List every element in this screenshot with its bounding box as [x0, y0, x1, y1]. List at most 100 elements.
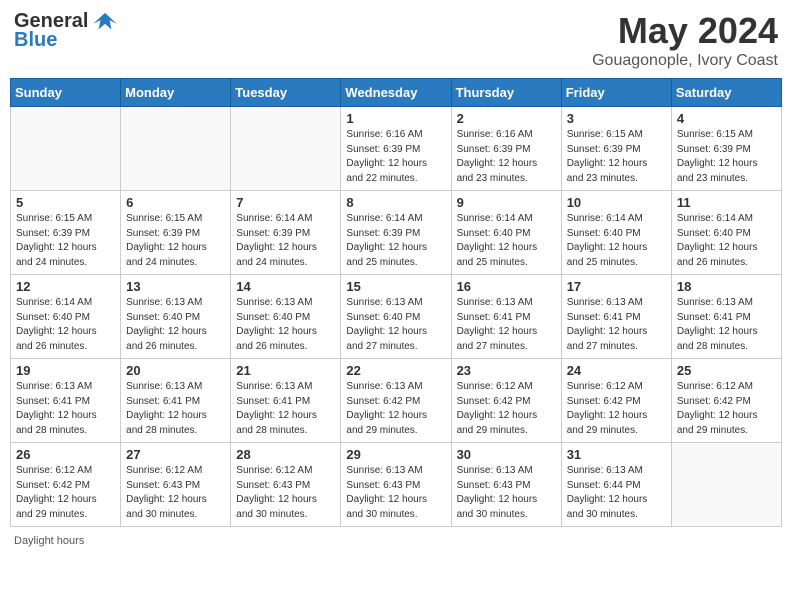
- day-info: Sunrise: 6:12 AM Sunset: 6:43 PM Dayligh…: [126, 464, 225, 522]
- day-number: 18: [677, 279, 776, 294]
- day-info: Sunrise: 6:13 AM Sunset: 6:41 PM Dayligh…: [16, 380, 115, 438]
- weekday-header-tuesday: Tuesday: [231, 79, 341, 107]
- day-number: 12: [16, 279, 115, 294]
- day-info: Sunrise: 6:14 AM Sunset: 6:40 PM Dayligh…: [16, 296, 115, 354]
- calendar-cell: 1Sunrise: 6:16 AM Sunset: 6:39 PM Daylig…: [341, 107, 451, 191]
- calendar-cell: 18Sunrise: 6:13 AM Sunset: 6:41 PM Dayli…: [671, 275, 781, 359]
- day-info: Sunrise: 6:14 AM Sunset: 6:40 PM Dayligh…: [567, 212, 666, 270]
- calendar-cell: 23 Sunrise: 6:12 AM Sunset: 6:42 PM Dayli…: [451, 359, 561, 443]
- calendar-cell: [121, 107, 231, 191]
- calendar-cell: [11, 107, 121, 191]
- calendar-cell: 9Sunrise: 6:14 AM Sunset: 6:40 PM Daylig…: [451, 191, 561, 275]
- calendar-cell: 21 Sunrise: 6:13 AM Sunset: 6:41 PM Dayli…: [231, 359, 341, 443]
- day-number: 23: [457, 363, 556, 378]
- day-number: 29: [346, 447, 445, 462]
- calendar-cell: 6 Sunrise: 6:15 AM Sunset: 6:39 PM Daylig…: [121, 191, 231, 275]
- calendar-header: SundayMondayTuesdayWednesdayThursdayFrid…: [11, 79, 782, 107]
- day-number: 14: [236, 279, 335, 294]
- day-info: Sunrise: 6:14 AM Sunset: 6:39 PM Dayligh…: [346, 212, 445, 270]
- day-info: Sunrise: 6:15 AM Sunset: 6:39 PM Dayligh…: [677, 128, 776, 186]
- calendar-cell: 8 Sunrise: 6:14 AM Sunset: 6:39 PM Daylig…: [341, 191, 451, 275]
- logo-bird-icon: [91, 11, 119, 33]
- day-number: 30: [457, 447, 556, 462]
- day-number: 13: [126, 279, 225, 294]
- calendar-cell: 11 Sunrise: 6:14 AM Sunset: 6:40 PM Dayli…: [671, 191, 781, 275]
- day-number: 7: [236, 195, 335, 210]
- day-info: Sunrise: 6:13 AM Sunset: 6:40 PM Dayligh…: [126, 296, 225, 354]
- day-info: Sunrise: 6:13 AM Sunset: 6:42 PM Dayligh…: [346, 380, 445, 438]
- calendar-cell: [671, 443, 781, 527]
- calendar-cell: 14 Sunrise: 6:13 AM Sunset: 6:40 PM Dayli…: [231, 275, 341, 359]
- calendar-week-3: 12 Sunrise: 6:14 AM Sunset: 6:40 PM Dayli…: [11, 275, 782, 359]
- calendar-cell: 12 Sunrise: 6:14 AM Sunset: 6:40 PM Dayli…: [11, 275, 121, 359]
- day-info: Sunrise: 6:12 AM Sunset: 6:43 PM Dayligh…: [236, 464, 335, 522]
- day-info: Sunrise: 6:13 AM Sunset: 6:41 PM Dayligh…: [457, 296, 556, 354]
- weekday-header-wednesday: Wednesday: [341, 79, 451, 107]
- day-info: Sunrise: 6:14 AM Sunset: 6:39 PM Dayligh…: [236, 212, 335, 270]
- calendar-cell: 29Sunrise: 6:13 AM Sunset: 6:43 PM Dayli…: [341, 443, 451, 527]
- day-number: 11: [677, 195, 776, 210]
- calendar-cell: 17 Sunrise: 6:13 AM Sunset: 6:41 PM Dayli…: [561, 275, 671, 359]
- day-number: 27: [126, 447, 225, 462]
- day-number: 6: [126, 195, 225, 210]
- day-info: Sunrise: 6:13 AM Sunset: 6:40 PM Dayligh…: [236, 296, 335, 354]
- day-info: Sunrise: 6:12 AM Sunset: 6:42 PM Dayligh…: [16, 464, 115, 522]
- calendar-cell: [231, 107, 341, 191]
- calendar-cell: 24Sunrise: 6:12 AM Sunset: 6:42 PM Dayli…: [561, 359, 671, 443]
- header: General Blue May 2024 Gouagonople, Ivory…: [10, 10, 782, 70]
- calendar-cell: 31 Sunrise: 6:13 AM Sunset: 6:44 PM Dayli…: [561, 443, 671, 527]
- day-number: 25: [677, 363, 776, 378]
- calendar-cell: 10Sunrise: 6:14 AM Sunset: 6:40 PM Dayli…: [561, 191, 671, 275]
- day-number: 15: [346, 279, 445, 294]
- day-number: 8: [346, 195, 445, 210]
- calendar-cell: 2 Sunrise: 6:16 AM Sunset: 6:39 PM Daylig…: [451, 107, 561, 191]
- day-info: Sunrise: 6:12 AM Sunset: 6:42 PM Dayligh…: [567, 380, 666, 438]
- calendar-cell: 30Sunrise: 6:13 AM Sunset: 6:43 PM Dayli…: [451, 443, 561, 527]
- day-info: Sunrise: 6:13 AM Sunset: 6:41 PM Dayligh…: [236, 380, 335, 438]
- logo: General Blue: [14, 10, 119, 52]
- calendar-cell: 7 Sunrise: 6:14 AM Sunset: 6:39 PM Daylig…: [231, 191, 341, 275]
- calendar-cell: 20Sunrise: 6:13 AM Sunset: 6:41 PM Dayli…: [121, 359, 231, 443]
- calendar-cell: 25 Sunrise: 6:12 AM Sunset: 6:42 PM Dayli…: [671, 359, 781, 443]
- day-number: 9: [457, 195, 556, 210]
- day-info: Sunrise: 6:12 AM Sunset: 6:42 PM Dayligh…: [457, 380, 556, 438]
- day-info: Sunrise: 6:13 AM Sunset: 6:41 PM Dayligh…: [126, 380, 225, 438]
- title-area: May 2024 Gouagonople, Ivory Coast: [592, 10, 778, 70]
- calendar-cell: 13 Sunrise: 6:13 AM Sunset: 6:40 PM Dayli…: [121, 275, 231, 359]
- calendar-body: 1Sunrise: 6:16 AM Sunset: 6:39 PM Daylig…: [11, 107, 782, 527]
- calendar-cell: 19 Sunrise: 6:13 AM Sunset: 6:41 PM Dayli…: [11, 359, 121, 443]
- logo-blue: Blue: [14, 29, 57, 52]
- weekday-header-friday: Friday: [561, 79, 671, 107]
- calendar-week-5: 26 Sunrise: 6:12 AM Sunset: 6:42 PM Dayli…: [11, 443, 782, 527]
- day-number: 2: [457, 111, 556, 126]
- day-info: Sunrise: 6:12 AM Sunset: 6:42 PM Dayligh…: [677, 380, 776, 438]
- day-info: Sunrise: 6:13 AM Sunset: 6:44 PM Dayligh…: [567, 464, 666, 522]
- calendar-cell: 15Sunrise: 6:13 AM Sunset: 6:40 PM Dayli…: [341, 275, 451, 359]
- day-number: 26: [16, 447, 115, 462]
- calendar-cell: 22 Sunrise: 6:13 AM Sunset: 6:42 PM Dayli…: [341, 359, 451, 443]
- day-info: Sunrise: 6:15 AM Sunset: 6:39 PM Dayligh…: [126, 212, 225, 270]
- calendar-cell: 3Sunrise: 6:15 AM Sunset: 6:39 PM Daylig…: [561, 107, 671, 191]
- calendar-week-4: 19 Sunrise: 6:13 AM Sunset: 6:41 PM Dayli…: [11, 359, 782, 443]
- weekday-header-saturday: Saturday: [671, 79, 781, 107]
- weekday-header-monday: Monday: [121, 79, 231, 107]
- calendar-week-1: 1Sunrise: 6:16 AM Sunset: 6:39 PM Daylig…: [11, 107, 782, 191]
- calendar-week-2: 5 Sunrise: 6:15 AM Sunset: 6:39 PM Daylig…: [11, 191, 782, 275]
- day-number: 16: [457, 279, 556, 294]
- day-number: 19: [16, 363, 115, 378]
- calendar-title: May 2024: [592, 10, 778, 52]
- day-number: 22: [346, 363, 445, 378]
- day-info: Sunrise: 6:16 AM Sunset: 6:39 PM Dayligh…: [457, 128, 556, 186]
- weekday-header-thursday: Thursday: [451, 79, 561, 107]
- day-number: 21: [236, 363, 335, 378]
- calendar-cell: 26 Sunrise: 6:12 AM Sunset: 6:42 PM Dayli…: [11, 443, 121, 527]
- calendar-cell: 16 Sunrise: 6:13 AM Sunset: 6:41 PM Dayli…: [451, 275, 561, 359]
- day-info: Sunrise: 6:15 AM Sunset: 6:39 PM Dayligh…: [16, 212, 115, 270]
- footer: Daylight hours: [10, 535, 782, 547]
- day-info: Sunrise: 6:13 AM Sunset: 6:41 PM Dayligh…: [567, 296, 666, 354]
- day-info: Sunrise: 6:14 AM Sunset: 6:40 PM Dayligh…: [677, 212, 776, 270]
- day-number: 17: [567, 279, 666, 294]
- day-number: 3: [567, 111, 666, 126]
- day-number: 5: [16, 195, 115, 210]
- day-number: 31: [567, 447, 666, 462]
